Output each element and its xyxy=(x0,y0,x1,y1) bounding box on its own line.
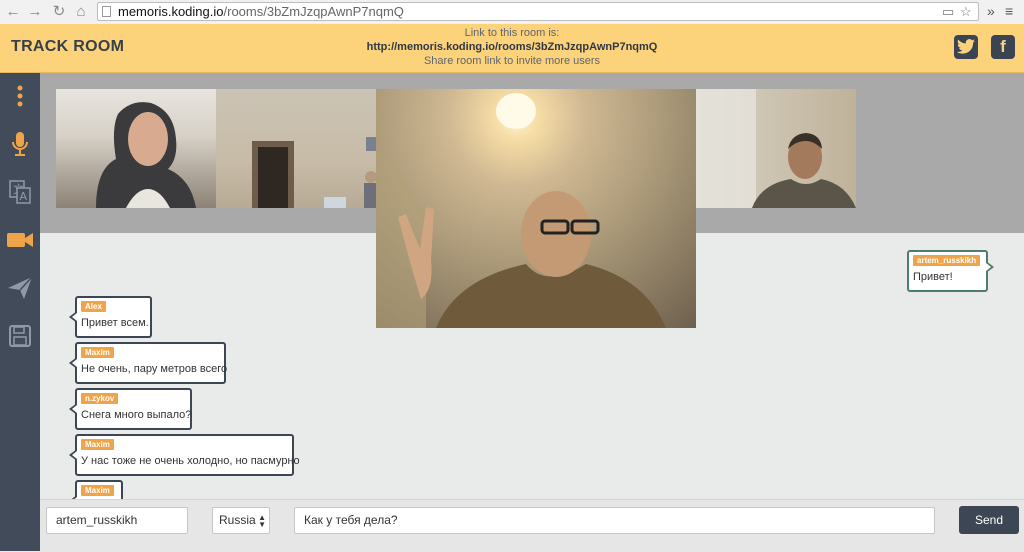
room-link-info: Link to this room is: http://memoris.kod… xyxy=(362,26,662,68)
translate-icon[interactable]: 文A xyxy=(6,178,34,206)
video-participant-1[interactable] xyxy=(56,89,216,208)
screen-icon[interactable]: ▭ xyxy=(942,4,954,20)
message-username: Maxim xyxy=(81,347,114,358)
message-text: Не очень, пару метров всего xyxy=(81,363,228,375)
chat-message: n.zykov Снега много выпало? xyxy=(69,388,192,430)
svg-text:A: A xyxy=(20,190,28,203)
language-select-value: Russia xyxy=(219,513,256,527)
share-caption: Share room link to invite more users xyxy=(423,55,601,67)
message-username: n.zykov xyxy=(81,393,119,404)
extensions-chevron-icon[interactable]: » xyxy=(987,3,995,19)
browser-toolbar: ← → ↻ ⌂ memoris.koding.io/rooms/3bZmJzqp… xyxy=(0,0,1024,25)
chat-message: Maxim Не очень, пару метров всего xyxy=(69,342,228,384)
language-select[interactable]: Russia ▲ ▼ xyxy=(212,507,270,534)
send-button[interactable]: Send xyxy=(959,506,1019,534)
room-title: TRACK ROOM xyxy=(11,38,125,55)
reload-icon[interactable]: ↻ xyxy=(51,3,67,21)
select-arrows-icon: ▲ ▼ xyxy=(258,513,266,529)
room-link-caption: Link to this room is: xyxy=(464,27,560,39)
bookmark-star-icon[interactable]: ☆ xyxy=(960,4,972,20)
back-icon[interactable]: ← xyxy=(5,3,21,21)
video-participant-4[interactable] xyxy=(696,89,856,208)
video-camera-icon[interactable] xyxy=(6,226,34,254)
room-header: TRACK ROOM Link to this room is: http://… xyxy=(0,24,1024,73)
home-icon[interactable]: ⌂ xyxy=(73,3,89,21)
save-icon[interactable] xyxy=(6,322,34,350)
sidebar: 文A xyxy=(0,73,40,551)
url-path: /rooms/3bZmJzqpAwnP7nqmQ xyxy=(223,4,404,19)
message-username: Alex xyxy=(81,301,106,312)
chat-message: Alex Привет всем. xyxy=(69,296,152,338)
message-username: artem_russkikh xyxy=(913,255,981,266)
chat-message: Maxim У нас тоже не очень холодно, но па… xyxy=(69,434,300,476)
video-participant-main[interactable] xyxy=(376,89,696,328)
own-chat-message: artem_russkikh Привет! xyxy=(907,250,994,292)
send-icon[interactable] xyxy=(6,274,34,302)
message-text: Привет всем. xyxy=(81,317,149,329)
forward-icon[interactable]: → xyxy=(27,3,43,21)
microphone-icon[interactable] xyxy=(6,130,34,158)
composer-bar: artem_russkikh Russia ▲ ▼ Как у тебя дела… xyxy=(40,499,1024,552)
username-field[interactable]: artem_russkikh xyxy=(46,507,188,534)
menu-icon[interactable] xyxy=(6,82,34,110)
message-text: У нас тоже не очень холодно, но пасмурно xyxy=(81,455,300,467)
message-text: Привет! xyxy=(913,271,953,283)
message-input[interactable]: Как у тебя дела? xyxy=(294,507,935,534)
message-username: Maxim xyxy=(81,439,114,450)
address-bar[interactable]: memoris.koding.io/rooms/3bZmJzqpAwnP7nqm… xyxy=(97,2,979,21)
twitter-icon[interactable] xyxy=(954,35,978,59)
facebook-icon[interactable]: f xyxy=(991,35,1015,59)
url-host: memoris.koding.io xyxy=(118,4,224,19)
room-link[interactable]: http://memoris.koding.io/rooms/3bZmJzqpA… xyxy=(362,40,662,54)
page-icon xyxy=(102,6,111,17)
video-participant-2[interactable] xyxy=(216,89,376,208)
url-text: memoris.koding.io/rooms/3bZmJzqpAwnP7nqm… xyxy=(118,4,404,19)
message-username: Maxim xyxy=(81,485,114,496)
message-text: Снега много выпало? xyxy=(81,409,192,421)
browser-menu-icon[interactable]: ≡ xyxy=(1005,3,1013,19)
